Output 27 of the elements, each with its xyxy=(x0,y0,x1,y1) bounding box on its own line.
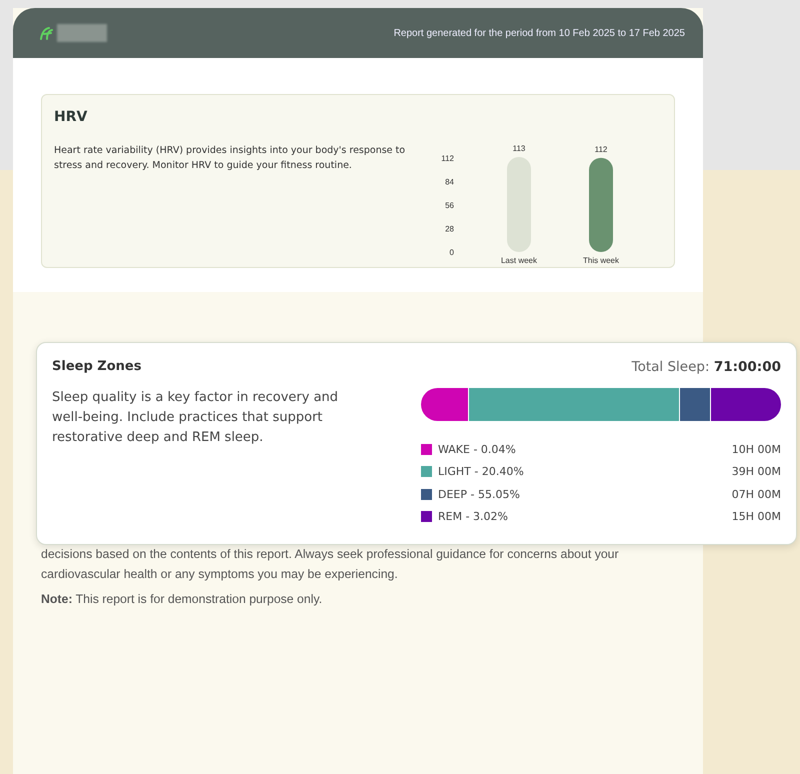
hrv-title: HRV xyxy=(54,109,88,125)
axis-tick-label: 84 xyxy=(445,177,454,186)
hrv-description: Heart rate variability (HRV) provides insights into your body's response to stress and recovery. Monitor HRV to guide your fitness routine. xyxy=(54,144,406,173)
category-label: This week xyxy=(583,256,619,265)
axis-tick-label: 0 xyxy=(450,248,454,257)
legend-duration: 07H 00M xyxy=(732,488,781,501)
axis-tick-label: 28 xyxy=(445,224,454,234)
logo-icon xyxy=(39,26,53,40)
bar-value-label: 113 xyxy=(512,144,526,153)
axis-tick-label: 56 xyxy=(445,200,454,210)
note-text: Note: This report is for demonstration purpose only. xyxy=(41,591,324,608)
bar-value-label: 112 xyxy=(594,144,608,154)
legend-label: REM - 3.02% xyxy=(438,510,508,524)
legend-label: DEEP - 55.05% xyxy=(438,488,520,501)
total-sleep: Total Sleep: 71:00:00 xyxy=(632,359,781,375)
disclaimer-text: decisions based on the contents of this report. Always seek professional guidance for concerns about your cardiovascular health or any symptoms you may be experiencing. xyxy=(41,546,620,582)
legend-duration: 39H 00M xyxy=(732,465,781,478)
report-period: Report generated for the period from 10 Feb 2025 to 17 Feb 2025 xyxy=(394,28,685,38)
legend-label: LIGHT - 20.40% xyxy=(438,465,524,478)
sleep-zones-title: Sleep Zones xyxy=(52,359,142,374)
axis-tick-label: 112 xyxy=(441,154,454,163)
legend-duration: 10H 00M xyxy=(732,442,781,456)
category-label: Last week xyxy=(500,256,538,265)
blurred-name xyxy=(57,24,107,42)
sleep-zones-description: Sleep quality is a key factor in recovery and well-being. Include practices that support restorative deep and REM sleep. xyxy=(52,389,340,447)
legend-label: WAKE - 0.04% xyxy=(438,442,516,456)
legend-duration: 15H 00M xyxy=(732,510,781,524)
